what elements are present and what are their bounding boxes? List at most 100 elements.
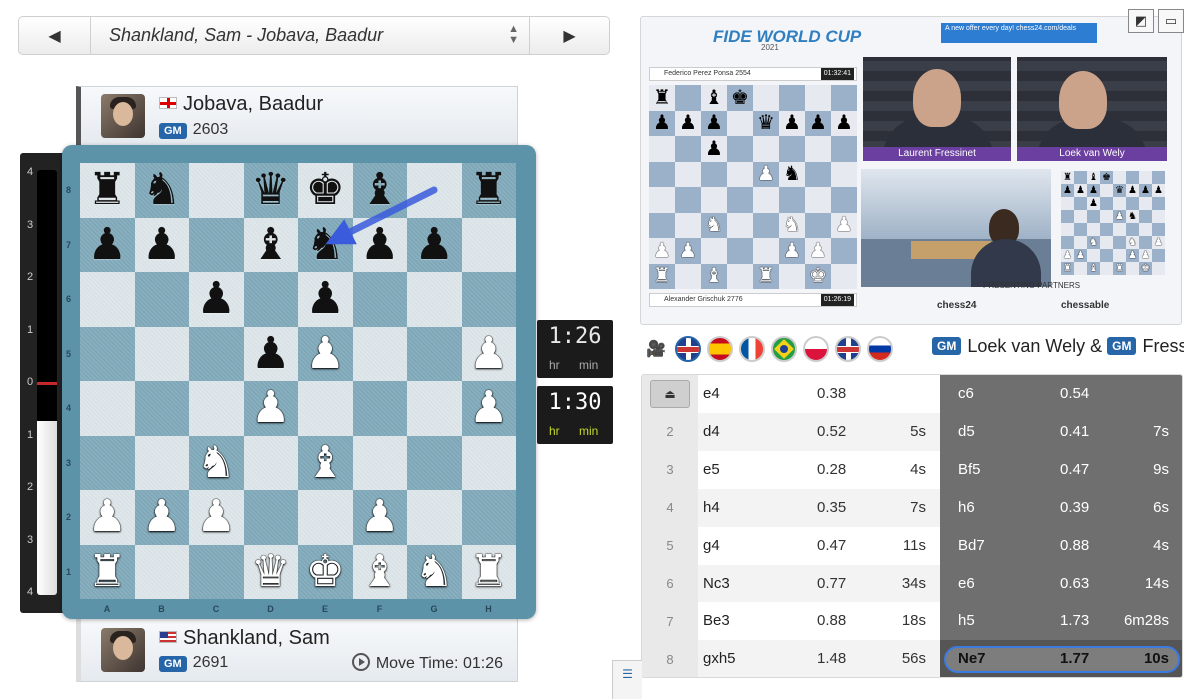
fullscreen-icon[interactable]: ▭ [1158,9,1184,33]
black-pawn-piece[interactable]: ♟ [415,222,454,267]
black-move[interactable]: e6 [958,565,975,603]
square-h5[interactable]: ♟ [461,326,516,381]
black-pawn-piece[interactable]: ♟ [142,222,181,267]
square-c8[interactable] [189,163,244,218]
square-c3[interactable]: ♞ [189,435,244,490]
white-pawn-piece[interactable]: ♟ [360,495,399,539]
black-bishop-piece[interactable]: ♝ [360,168,399,212]
black-bishop-piece[interactable]: ♝ [251,222,290,267]
black-pawn-piece[interactable]: ♟ [197,277,236,321]
square-d1[interactable]: ♛ [243,544,298,599]
square-a3[interactable] [80,435,135,490]
black-knight-piece[interactable]: ♞ [306,222,345,267]
square-g6[interactable] [407,272,462,327]
square-f1[interactable]: ♝ [352,544,407,599]
black-move[interactable]: Bf5 [958,451,981,489]
black-knight-piece[interactable]: ♞ [142,168,181,212]
black-move-cell[interactable]: c6 0.54 [940,375,1182,413]
square-a1[interactable]: ♜ [80,544,135,599]
square-g3[interactable] [407,435,462,490]
ad-banner[interactable]: A new offer every day! chess24.com/deals [941,23,1097,43]
white-knight-piece[interactable]: ♞ [415,549,454,594]
black-king-piece[interactable]: ♚ [306,168,345,212]
square-g5[interactable] [407,326,462,381]
black-move[interactable]: c6 [958,375,974,413]
square-a5[interactable] [80,326,135,381]
language-flag-es-icon[interactable] [707,336,733,362]
square-d7[interactable]: ♝ [243,217,298,272]
white-move[interactable]: g4 [703,527,720,565]
white-pawn-piece[interactable]: ♟ [306,331,345,376]
black-pawn-piece[interactable]: ♟ [251,331,290,376]
black-move[interactable]: d5 [958,413,975,451]
square-h6[interactable] [461,272,516,327]
black-rook-piece[interactable]: ♜ [88,168,127,212]
black-pawn-piece[interactable]: ♟ [88,222,127,267]
square-b2[interactable]: ♟ [134,490,189,545]
black-move[interactable]: h6 [958,489,975,527]
square-b1[interactable] [134,544,189,599]
chess-board[interactable]: ♜ ♞ ♛ ♚ ♝ ♜ ♟ ♟ ♝ ♞ ♟ ♟ ♟ ♟ ♟ ♟ ♟ ♟ ♟ ♞ ♝ ♟ ♟ ♟ ♟ ♜ ♛ ♚ ♝ ♞ ♜ [80,163,516,599]
next-game-button[interactable]: ▶ [529,17,609,54]
white-rook-piece[interactable]: ♜ [88,549,127,594]
square-e7[interactable]: ♞ [298,217,353,272]
black-move-cell[interactable]: d5 0.41 7s [940,412,1182,451]
square-g2[interactable] [407,490,462,545]
black-move-cell[interactable]: Bd7 0.88 4s [940,526,1182,565]
square-a8[interactable]: ♜ [80,163,135,218]
white-move[interactable]: Be3 [703,602,730,640]
square-c6[interactable]: ♟ [189,272,244,327]
square-d4[interactable]: ♟ [243,381,298,436]
square-a2[interactable]: ♟ [80,490,135,545]
notes-list-icon[interactable]: ☰ [612,660,642,699]
black-move-cell[interactable]: h6 0.39 6s [940,488,1182,527]
white-king-piece[interactable]: ♚ [306,549,345,594]
square-d2[interactable] [243,490,298,545]
square-g4[interactable] [407,381,462,436]
collapse-moves-icon[interactable]: ⏏ [650,380,690,408]
square-a6[interactable] [80,272,135,327]
white-pawn-piece[interactable]: ♟ [197,495,236,539]
sort-arrows-icon[interactable]: ▲ ▼ [508,24,519,46]
white-pawn-piece[interactable]: ♟ [142,495,181,539]
square-h8[interactable]: ♜ [461,163,516,218]
previous-game-button[interactable]: ◀ [19,17,91,54]
black-move[interactable]: Ne7 [958,640,986,677]
white-bishop-piece[interactable]: ♝ [360,549,399,594]
square-c5[interactable] [189,326,244,381]
white-move[interactable]: e4 [703,375,720,413]
square-f4[interactable] [352,381,407,436]
white-pawn-piece[interactable]: ♟ [469,331,508,376]
language-flag-br-icon[interactable] [771,336,797,362]
language-flag-ru-icon[interactable] [867,336,893,362]
square-a4[interactable] [80,381,135,436]
square-b7[interactable]: ♟ [134,217,189,272]
square-d5[interactable]: ♟ [243,326,298,381]
square-e5[interactable]: ♟ [298,326,353,381]
square-h3[interactable] [461,435,516,490]
square-e4[interactable] [298,381,353,436]
square-d6[interactable] [243,272,298,327]
expand-icon[interactable]: ◩ [1128,9,1154,33]
square-e1[interactable]: ♚ [298,544,353,599]
white-pawn-piece[interactable]: ♟ [469,386,508,430]
square-b6[interactable] [134,272,189,327]
square-f6[interactable] [352,272,407,327]
square-c1[interactable] [189,544,244,599]
language-flag-pl-icon[interactable] [803,336,829,362]
square-f3[interactable] [352,435,407,490]
white-bishop-piece[interactable]: ♝ [306,440,345,485]
square-h7[interactable] [461,217,516,272]
player-name[interactable]: Jobava, Baadur [183,93,323,115]
square-g8[interactable] [407,163,462,218]
square-b4[interactable] [134,381,189,436]
square-b8[interactable]: ♞ [134,163,189,218]
black-pawn-piece[interactable]: ♟ [306,277,345,321]
black-pawn-piece[interactable]: ♟ [360,222,399,267]
white-move[interactable]: e5 [703,451,720,489]
square-f7[interactable]: ♟ [352,217,407,272]
square-d3[interactable] [243,435,298,490]
player-name[interactable]: Shankland, Sam [183,627,330,649]
language-flag-en-icon[interactable] [675,336,701,362]
square-f8[interactable]: ♝ [352,163,407,218]
